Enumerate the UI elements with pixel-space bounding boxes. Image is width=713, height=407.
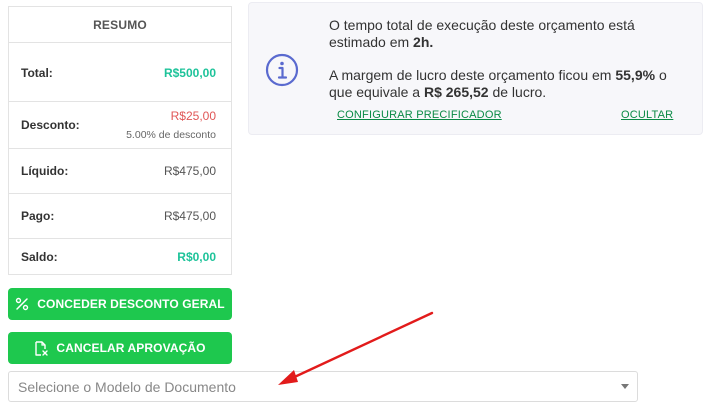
margin-value: 55,9% [615,67,656,83]
summary-panel: RESUMO Total: R$500,00 Desconto: R$25,00… [8,6,232,275]
balance-label: Saldo: [21,250,58,264]
grant-discount-button[interactable]: CONCEDER DESCONTO GERAL [8,288,232,320]
discount-value-group: R$25,00 5.00% de desconto [126,109,216,141]
hide-link[interactable]: OCULTAR [621,109,673,121]
grant-discount-label: CONCEDER DESCONTO GERAL [37,297,225,311]
configure-pricer-link[interactable]: CONFIGURAR PRECIFICADOR [337,109,502,121]
total-label: Total: [21,65,53,80]
margin-suffix: de lucro. [488,84,547,100]
net-value: R$475,00 [163,164,216,178]
total-value: R$500,00 [163,65,216,80]
summary-row-discount: Desconto: R$25,00 5.00% de desconto [9,102,231,149]
paid-label: Pago: [21,209,55,223]
percent-icon [15,297,29,311]
balance-value: R$0,00 [177,250,216,264]
profit-margin-text: A margem de lucro deste orçamento ficou … [329,67,689,101]
discount-label: Desconto: [21,118,80,132]
caret-down-icon [621,384,629,389]
profit-value: R$ 265,52 [423,84,489,100]
discount-percent: 5.00% de desconto [126,129,216,141]
info-text: O tempo total de execução deste orçament… [329,17,689,101]
summary-row-paid: Pago: R$475,00 [9,194,231,239]
paid-value: R$475,00 [163,209,216,223]
summary-row-net: Líquido: R$475,00 [9,149,231,194]
summary-row-total: Total: R$500,00 [9,44,231,102]
cancel-approval-label: CANCELAR APROVAÇÃO [56,341,206,355]
document-model-placeholder: Selecione o Modelo de Documento [18,378,236,395]
summary-title: RESUMO [9,7,231,43]
red-arrow-icon [278,311,434,385]
margin-prefix: A margem de lucro deste orçamento ficou … [329,67,616,83]
discount-value: R$25,00 [170,109,216,123]
net-label: Líquido: [21,164,69,178]
info-icon [265,53,299,87]
execution-time-text: O tempo total de execução deste orçament… [329,17,689,51]
execution-time-prefix: O tempo total de execução deste orçament… [329,17,635,50]
execution-time-value: 2h. [413,34,434,50]
document-cancel-icon [34,341,49,356]
summary-row-balance: Saldo: R$0,00 [9,239,231,275]
cancel-approval-button[interactable]: CANCELAR APROVAÇÃO [8,332,232,364]
pricing-info-box: O tempo total de execução deste orçament… [248,2,703,135]
